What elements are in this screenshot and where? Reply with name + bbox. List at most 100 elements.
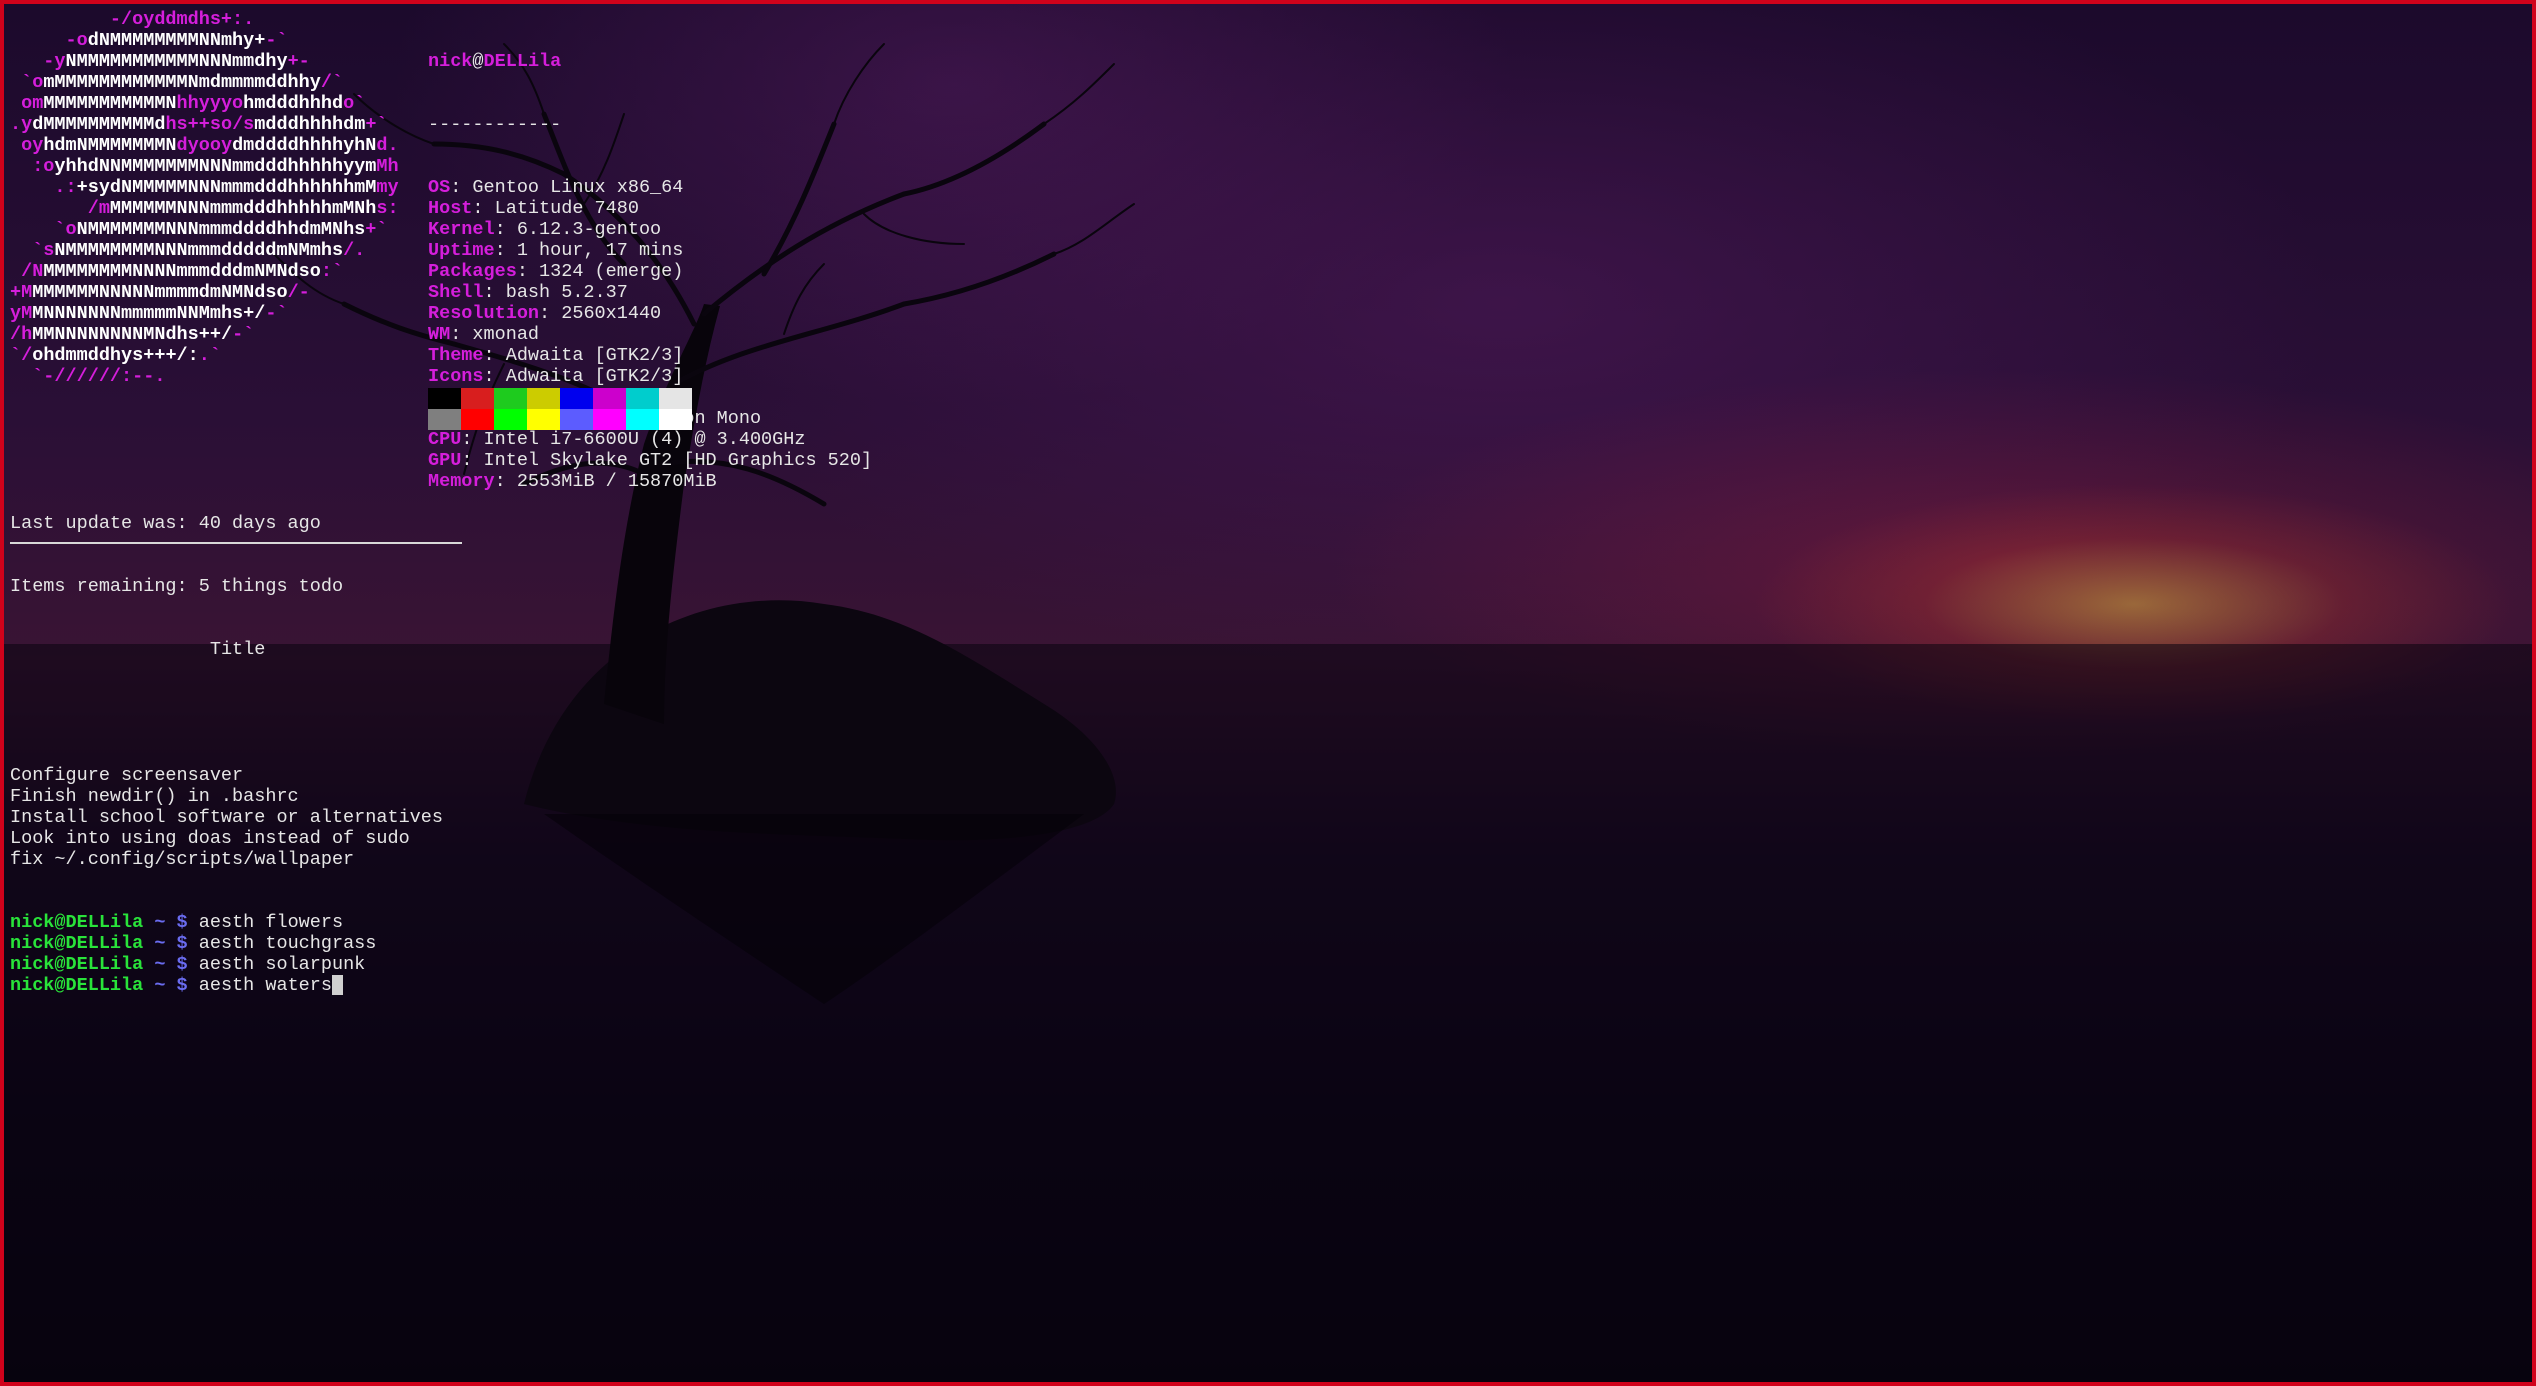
- info-value: : 6.12.3-gentoo: [494, 219, 662, 240]
- todo-table-header: Title: [10, 639, 443, 660]
- info-value: : xmonad: [450, 324, 540, 345]
- prompt-user-host: nick@DELLila: [10, 912, 144, 933]
- info-key: CPU: [428, 429, 462, 450]
- text-cursor: [331, 975, 343, 995]
- logo-segment: :o: [10, 156, 55, 177]
- logo-segment: -y: [10, 51, 66, 72]
- info-value: : Adwaita [GTK2/3]: [483, 366, 684, 387]
- info-value: : 2560x1440: [539, 303, 662, 324]
- info-value: : Adwaita [GTK2/3]: [483, 345, 684, 366]
- logo-segment: -`: [265, 30, 288, 51]
- todo-item: Finish newdir() in .bashrc: [10, 786, 299, 807]
- logo-segment: hmdddhhhd: [243, 93, 344, 114]
- logo-segment: MMMMMMNNNNNmmmmdmNMNdso: [32, 282, 288, 303]
- logo-segment: +sydNMMMMMNNNmmmdddhhhhhhmM: [76, 177, 377, 198]
- last-update-text: Last update was: 40 days ago: [10, 513, 321, 534]
- logo-line: .ydMMMMMMMMMMdhs++so/smdddhhhhdm+`: [10, 114, 399, 135]
- at-sign: @: [472, 51, 484, 72]
- info-key: Theme: [428, 345, 484, 366]
- logo-segment: `s: [10, 240, 55, 261]
- info-line: OS: Gentoo Linux x86_64: [428, 177, 872, 198]
- command-text: aesth touchgrass: [187, 933, 377, 954]
- logo-segment: .`: [198, 345, 221, 366]
- prompt-line: nick@DELLila ~ $ aesth solarpunk: [10, 954, 443, 975]
- todo-header-rule: [10, 542, 462, 544]
- logo-segment: yM: [10, 303, 33, 324]
- color-swatch: [461, 388, 494, 409]
- logo-segment: -o: [10, 30, 88, 51]
- info-line: Memory: 2553MiB / 15870MiB: [428, 471, 872, 492]
- logo-segment: Mh: [376, 156, 399, 177]
- command-text: aesth waters: [187, 975, 332, 996]
- info-key: Icons: [428, 366, 484, 387]
- prompt-line: nick@DELLila ~ $ aesth flowers: [10, 912, 443, 933]
- info-value: : 1324 (emerge): [516, 261, 684, 282]
- todo-list: Configure screensaver Finish newdir() in …: [10, 765, 443, 870]
- prompt-line: nick@DELLila ~ $ aesth touchgrass: [10, 933, 443, 954]
- prompt-line[interactable]: nick@DELLila ~ $ aesth waters: [10, 975, 443, 996]
- info-value: : 1 hour, 17 mins: [494, 240, 684, 261]
- info-line: Host: Latitude 7480: [428, 198, 872, 219]
- color-swatch: [626, 388, 659, 409]
- logo-segment: NMMMMMMMMMMMNNNmmdhy: [65, 51, 288, 72]
- logo-line: :oyhhdNNMMMMMMMNNNmmdddhhhhhyymMh: [10, 156, 399, 177]
- logo-segment: mMMMMMMMMMMMMNmdmmmmddhhy: [43, 72, 321, 93]
- logo-segment: /-: [287, 282, 310, 303]
- logo-segment: ohdmmddhys+++/:: [32, 345, 199, 366]
- color-swatch: [527, 388, 560, 409]
- info-value: : 2553MiB / 15870MiB: [494, 471, 717, 492]
- logo-segment: -/oyddmdhs+:.: [10, 9, 255, 30]
- logo-segment: d.: [376, 135, 399, 156]
- logo-segment: `/: [10, 345, 33, 366]
- logo-segment: hdmNMMMMMMMN: [43, 135, 177, 156]
- todo-item: Look into using doas instead of sudo: [10, 828, 410, 849]
- info-value: : Intel i7-6600U (4) @ 3.400GHz: [461, 429, 806, 450]
- logo-segment: :`: [320, 261, 344, 282]
- logo-line: -odNMMMMMMMMNNmhy+-`: [10, 30, 399, 51]
- info-line: Packages: 1324 (emerge): [428, 261, 872, 282]
- logo-line: -/oyddmdhs+:.: [10, 9, 399, 30]
- logo-segment: +-: [287, 51, 310, 72]
- info-line: Icons: Adwaita [GTK2/3]: [428, 366, 872, 387]
- logo-line: /NMMMMMMMMNNNNmmmdddmNMNdso:`: [10, 261, 399, 282]
- info-line: CPU: Intel i7-6600U (4) @ 3.400GHz: [428, 429, 872, 450]
- logo-segment: /N: [10, 261, 44, 282]
- logo-line: `/ohdmmddhys+++/:.`: [10, 345, 399, 366]
- info-line: Resolution: 2560x1440: [428, 303, 872, 324]
- prompt-dir-symbol: ~ $: [143, 933, 188, 954]
- info-key: Uptime: [428, 240, 495, 261]
- info-key: Host: [428, 198, 473, 219]
- color-swatch: [461, 409, 494, 430]
- logo-segment: .:: [10, 177, 77, 198]
- logo-segment: NMMMMMMMNNNmmmddddhhdmMNhs: [76, 219, 366, 240]
- logo-segment: mdddhhhhdm: [254, 114, 366, 135]
- logo-segment: .y: [10, 114, 33, 135]
- logo-segment: oy: [10, 135, 44, 156]
- logo-segment: /m: [10, 198, 110, 219]
- logo-line: omMMMMMMMMMMMNhhyyyohmdddhhhdo`: [10, 93, 399, 114]
- info-value: : bash 5.2.37: [483, 282, 628, 303]
- command-text: aesth solarpunk: [187, 954, 366, 975]
- color-palette: [428, 388, 692, 430]
- color-swatch: [494, 409, 527, 430]
- logo-segment: o`: [343, 93, 366, 114]
- logo-line: `-//////:--.: [10, 366, 399, 387]
- command-text: aesth flowers: [187, 912, 344, 933]
- color-swatch: [560, 409, 593, 430]
- logo-segment: s:: [376, 198, 399, 219]
- command-history: nick@DELLila ~ $ aesth flowers nick@DELLi…: [10, 912, 443, 996]
- todo-item: Configure screensaver: [10, 765, 244, 786]
- terminal-window[interactable]: -/oyddmdhs+:. -odNMMMMMMMMNNmhy+-` -yNMM…: [0, 0, 2536, 1386]
- info-key: Packages: [428, 261, 517, 282]
- logo-segment: +`: [365, 219, 388, 240]
- color-swatch: [428, 409, 461, 430]
- color-swatch: [593, 388, 626, 409]
- logo-segment: MNNNNNNNmmmmmNNMmhs+/: [32, 303, 266, 324]
- prompt-user-host: nick@DELLila: [10, 954, 144, 975]
- logo-segment: hs++so/s: [165, 114, 255, 135]
- info-key: WM: [428, 324, 451, 345]
- prompt-user-host: nick@DELLila: [10, 933, 144, 954]
- logo-segment: my: [376, 177, 399, 198]
- color-swatch: [527, 409, 560, 430]
- logo-segment: +`: [365, 114, 388, 135]
